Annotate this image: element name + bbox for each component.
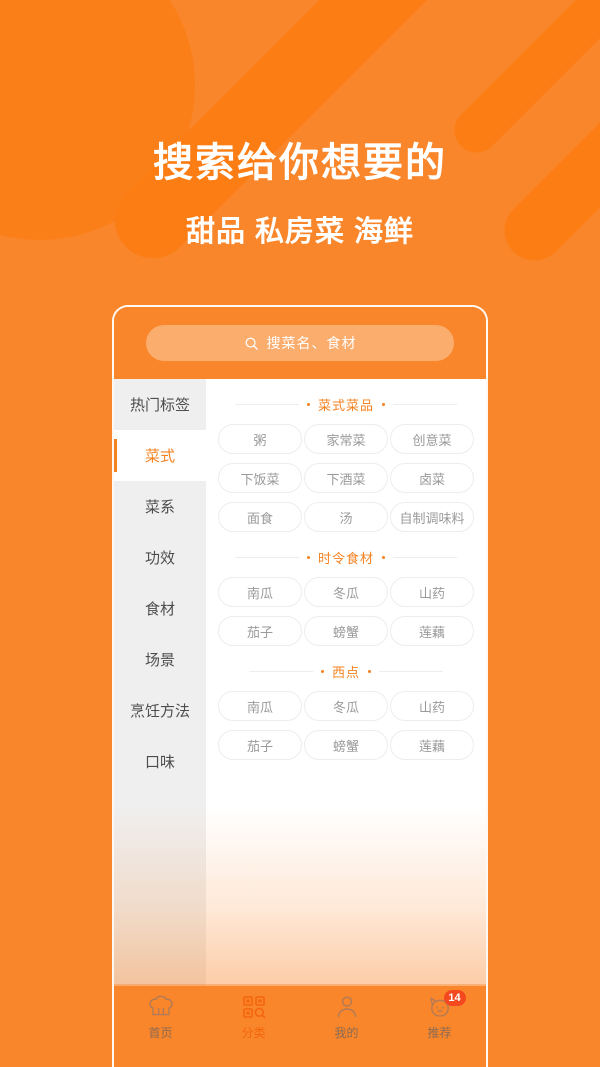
- tag-chip[interactable]: 下饭菜: [218, 463, 302, 493]
- tag-chip[interactable]: 汤: [304, 502, 388, 532]
- search-placeholder: 搜菜名、食材: [266, 335, 357, 351]
- category-sidebar: 热门标签 菜式 菜系 功效 食材 场景 烹饪方法 口味: [114, 379, 206, 986]
- person-icon: [334, 994, 360, 1020]
- section-dot-right-icon: [368, 670, 371, 673]
- chip-row: 粥 家常菜 创意菜: [218, 424, 474, 454]
- sidebar-item-cooking-method[interactable]: 烹饪方法: [114, 685, 206, 736]
- section-header: 时令食材: [218, 548, 474, 567]
- chip-row: 面食 汤 自制调味料: [218, 502, 474, 532]
- tag-chip[interactable]: 冬瓜: [304, 577, 388, 607]
- sidebar-item-label: 口味: [144, 754, 175, 771]
- tag-chip[interactable]: 创意菜: [390, 424, 474, 454]
- sidebar-item-label: 菜式: [144, 448, 175, 465]
- sidebar-item-label: 热门标签: [129, 397, 190, 414]
- tag-chip[interactable]: 莲藕: [390, 616, 474, 646]
- section-divider-right: [393, 557, 457, 558]
- search-header: 搜菜名、食材: [114, 307, 486, 379]
- status-badge: 14: [443, 990, 466, 1006]
- section-title: 西点: [331, 665, 360, 680]
- tab-recommend[interactable]: 14 推荐: [393, 990, 486, 1041]
- sidebar-item-label: 食材: [144, 601, 175, 618]
- section-divider-right: [379, 671, 443, 672]
- tag-chip[interactable]: 面食: [218, 502, 302, 532]
- chip-row: 南瓜 冬瓜 山药: [218, 691, 474, 721]
- tag-chip[interactable]: 粥: [218, 424, 302, 454]
- sidebar-item-label: 烹饪方法: [129, 703, 190, 720]
- tag-chip[interactable]: 南瓜: [218, 691, 302, 721]
- sidebar-item-cuisine[interactable]: 菜系: [114, 481, 206, 532]
- sidebar-item-dish-style[interactable]: 菜式: [114, 430, 206, 481]
- tag-content: 菜式菜品 粥 家常菜 创意菜 下饭菜 下酒菜 卤菜 面食 汤 自制调味料 时令食…: [206, 379, 486, 986]
- section-title: 菜式菜品: [317, 398, 374, 413]
- section-divider-left: [248, 671, 313, 672]
- tag-section: 西点 南瓜 冬瓜 山药 茄子 螃蟹 莲藕: [218, 662, 474, 760]
- phone-mockup: 搜菜名、食材 热门标签 菜式 菜系 功效 食材 场景 烹饪方法 口味 菜式菜品 …: [112, 305, 488, 1067]
- tab-label: 首页: [148, 1026, 173, 1040]
- sidebar-item-label: 功效: [144, 550, 175, 567]
- tab-label: 我的: [334, 1026, 359, 1040]
- sidebar-item-taste[interactable]: 口味: [114, 736, 206, 787]
- section-dot-left-icon: [306, 556, 310, 559]
- section-dot-right-icon: [382, 403, 385, 406]
- tag-chip[interactable]: 螃蟹: [304, 616, 388, 646]
- tag-chip[interactable]: 山药: [390, 577, 474, 607]
- section-divider-left: [234, 404, 299, 405]
- chip-row: 南瓜 冬瓜 山药: [218, 577, 474, 607]
- tag-chip[interactable]: 南瓜: [218, 577, 302, 607]
- chef-hat-icon: [148, 994, 174, 1020]
- tag-chip[interactable]: 家常菜: [304, 424, 388, 454]
- tag-section: 菜式菜品 粥 家常菜 创意菜 下饭菜 下酒菜 卤菜 面食 汤 自制调味料: [218, 395, 474, 532]
- section-header: 菜式菜品: [218, 395, 474, 414]
- tab-label: 分类: [241, 1026, 266, 1040]
- section-header: 西点: [218, 662, 474, 681]
- section-dot-right-icon: [382, 556, 385, 559]
- section-title: 时令食材: [317, 551, 374, 566]
- tag-chip[interactable]: 下酒菜: [304, 463, 388, 493]
- sidebar-item-hot-tags[interactable]: 热门标签: [114, 379, 206, 430]
- tab-home[interactable]: 首页: [114, 994, 207, 1041]
- bottom-tabbar: 首页 分类 我的 14 推荐: [114, 984, 486, 1067]
- tag-section: 时令食材 南瓜 冬瓜 山药 茄子 螃蟹 莲藕: [218, 548, 474, 646]
- sidebar-item-scene[interactable]: 场景: [114, 634, 206, 685]
- tab-label: 推荐: [427, 1026, 452, 1040]
- tab-profile[interactable]: 我的: [300, 994, 393, 1041]
- tag-chip[interactable]: 螃蟹: [304, 730, 388, 760]
- search-icon: [245, 337, 258, 350]
- sidebar-item-label: 场景: [144, 652, 175, 669]
- tag-chip[interactable]: 莲藕: [390, 730, 474, 760]
- section-dot-left-icon: [306, 403, 310, 406]
- chip-row: 茄子 螃蟹 莲藕: [218, 616, 474, 646]
- phone-screen: 搜菜名、食材 热门标签 菜式 菜系 功效 食材 场景 烹饪方法 口味 菜式菜品 …: [114, 307, 486, 1067]
- section-divider-left: [234, 557, 299, 558]
- hero-subtitle: 甜品 私房菜 海鲜: [185, 216, 415, 248]
- tag-chip[interactable]: 山药: [390, 691, 474, 721]
- category-panel: 热门标签 菜式 菜系 功效 食材 场景 烹饪方法 口味 菜式菜品 粥 家常菜 创…: [114, 379, 486, 986]
- chip-row: 下饭菜 下酒菜 卤菜: [218, 463, 474, 493]
- hero-section: 搜索给你想要的 甜品 私房菜 海鲜: [0, 138, 600, 250]
- hero-title: 搜索给你想要的: [153, 141, 447, 185]
- tag-chip[interactable]: 冬瓜: [304, 691, 388, 721]
- tag-chip[interactable]: 自制调味料: [390, 502, 474, 532]
- tag-chip[interactable]: 卤菜: [390, 463, 474, 493]
- section-divider-right: [393, 404, 457, 405]
- sidebar-item-effect[interactable]: 功效: [114, 532, 206, 583]
- tag-chip[interactable]: 茄子: [218, 730, 302, 760]
- tab-category[interactable]: 分类: [207, 994, 300, 1041]
- grid-search-icon: [241, 994, 267, 1020]
- chip-row: 茄子 螃蟹 莲藕: [218, 730, 474, 760]
- section-dot-left-icon: [320, 670, 324, 673]
- search-input[interactable]: 搜菜名、食材: [146, 325, 454, 361]
- sidebar-item-label: 菜系: [144, 499, 175, 516]
- tag-chip[interactable]: 茄子: [218, 616, 302, 646]
- sidebar-item-ingredient[interactable]: 食材: [114, 583, 206, 634]
